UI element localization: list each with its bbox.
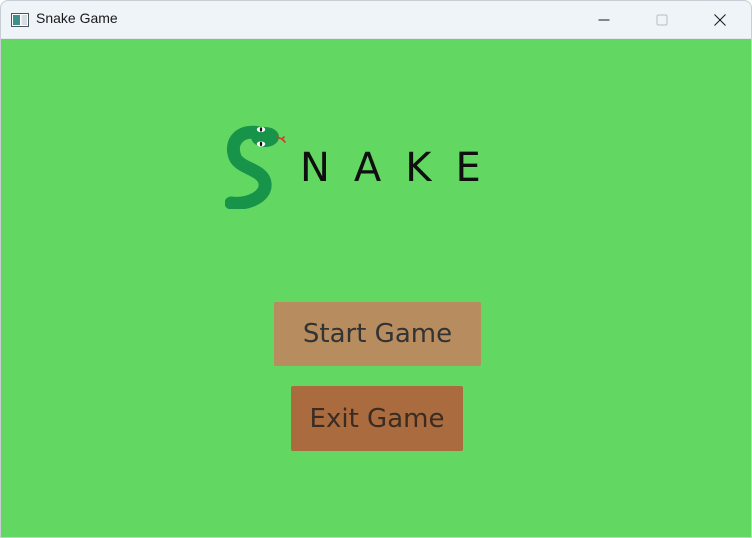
maximize-button[interactable]: [633, 1, 691, 38]
close-button[interactable]: [691, 1, 749, 38]
minimize-icon: [598, 19, 610, 20]
maximize-icon: [656, 14, 668, 25]
title-bar[interactable]: Snake Game: [1, 1, 751, 39]
snake-icon: [224, 125, 289, 210]
window-title: Snake Game: [36, 10, 118, 26]
main-menu: NAKE Start Game Exit Game: [1, 39, 751, 537]
minimize-button[interactable]: [575, 1, 633, 38]
start-game-button[interactable]: Start Game: [274, 302, 481, 366]
close-icon: [714, 13, 726, 26]
game-logo-text: NAKE: [300, 145, 505, 191]
exit-game-button[interactable]: Exit Game: [291, 386, 463, 451]
app-window-icon: [11, 12, 29, 27]
game-window: Snake Game NAKE Start Game Exit Game: [0, 0, 752, 538]
